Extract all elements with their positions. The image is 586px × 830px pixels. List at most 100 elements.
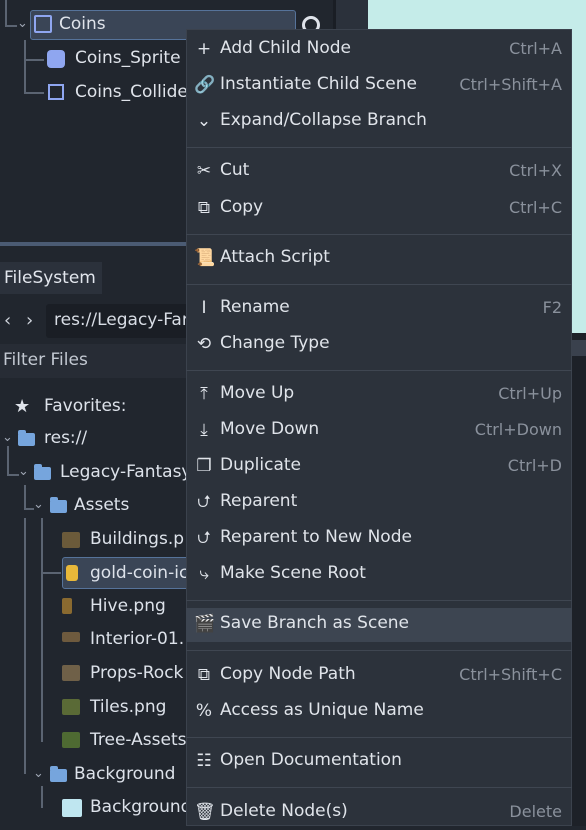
percent-icon: % [195,701,213,721]
menu-item-label: Save Branch as Scene [220,613,410,633]
menu-item-shortcut: Delete [509,802,562,821]
fs-item-res[interactable]: res:// [44,428,87,448]
plus-icon: + [196,39,212,59]
star-icon: ★ [14,396,31,417]
inspector-scrollbar[interactable] [572,340,586,356]
area2d-icon [34,15,52,33]
menu-item-label: Reparent to New Node [220,527,412,547]
reparent-new-icon: ⮍ [197,528,211,548]
menu-item-label: Expand/Collapse Branch [220,110,427,130]
menu-item-copy-node-path[interactable]: ⧉ Copy Node Path Ctrl+Shift+C [186,659,572,693]
menu-item-open-documentation[interactable]: ☷ Open Documentation [186,745,572,779]
menu-item-reparent-to-new-node[interactable]: ⮍ Reparent to New Node [186,522,572,556]
tree-line [5,0,7,26]
menu-separator [186,147,572,148]
image-file-icon [62,598,72,614]
fs-item-hive[interactable]: Hive.png [90,596,166,616]
menu-item-label: Reparent [220,491,298,511]
folder-icon [50,766,67,782]
tree-line [24,59,44,61]
menu-item-label: Change Type [220,333,330,353]
copy-icon: ⧉ [197,198,211,218]
node-path-icon: ⧉ [197,665,211,685]
fs-item-interior[interactable]: Interior-01. [90,629,184,649]
menu-separator [186,737,572,738]
chevron-down-icon[interactable]: ⌄ [33,766,44,781]
sprite-icon [47,50,65,68]
fs-item-buildings[interactable]: Buildings.p [90,529,184,549]
chevron-down-icon[interactable]: ⌄ [17,16,28,31]
menu-item-rename[interactable]: I Rename F2 [186,292,572,326]
chevron-down-icon: ⌄ [196,111,212,131]
favorites-label[interactable]: Favorites: [44,396,127,416]
menu-item-duplicate[interactable]: ❐ Duplicate Ctrl+D [186,450,572,484]
menu-item-cut[interactable]: ✂ Cut Ctrl+X [186,155,572,189]
gold-coin-icon [66,565,78,581]
menu-item-shortcut: Ctrl+Shift+A [459,75,562,94]
chevron-down-icon[interactable]: ⌄ [2,430,13,445]
menu-separator [186,600,572,601]
image-file-icon [62,665,80,681]
folder-icon [34,464,51,480]
menu-item-delete-nodes[interactable]: 🗑 Delete Node(s) Delete [186,796,572,830]
folder-icon [18,430,35,446]
forward-arrow-icon[interactable]: › [26,310,33,331]
menu-item-expand-collapse-branch[interactable]: ⌄ Expand/Collapse Branch [186,105,572,139]
menu-item-label: Open Documentation [220,750,402,770]
menu-item-label: Move Up [220,383,295,403]
menu-item-shortcut: Ctrl+C [508,198,562,217]
trash-icon: 🗑 [194,802,216,822]
menu-item-add-child-node[interactable]: + Add Child Node Ctrl+A [186,33,572,67]
scene-node-coins-collide[interactable]: Coins_Collide [75,82,188,102]
menu-item-label: Add Child Node [220,38,351,58]
menu-item-shortcut: Ctrl+Down [474,420,562,439]
image-file-icon [62,799,82,817]
fs-item-tiles[interactable]: Tiles.png [90,697,166,717]
fs-item-props-rock[interactable]: Props-Rock [90,663,183,683]
arrow-down-icon: ⤓ [200,420,208,440]
menu-item-label: Copy [220,197,264,217]
menu-item-change-type[interactable]: ⟲ Change Type [186,328,572,362]
tree-line [24,40,26,94]
fs-item-background-folder[interactable]: Background [74,764,175,784]
chevron-down-icon[interactable]: ⌄ [18,464,29,479]
tree-line [41,786,43,808]
menu-separator [186,370,572,371]
fs-item-gold-coin[interactable]: gold-coin-ic [90,563,188,583]
documentation-icon: ☷ [196,751,212,771]
menu-item-access-as-unique-name[interactable]: % Access as Unique Name [186,695,572,729]
menu-item-move-down[interactable]: ⤓ Move Down Ctrl+Down [186,414,572,448]
menu-item-label: Move Down [220,419,320,439]
chevron-down-icon[interactable]: ⌄ [33,497,44,512]
menu-separator [186,284,572,285]
menu-item-move-up[interactable]: ⤒ Move Up Ctrl+Up [186,378,572,412]
menu-item-shortcut: Ctrl+A [509,39,562,58]
tree-line [41,518,43,742]
link-icon: 🔗 [194,75,216,95]
menu-item-label: Access as Unique Name [220,700,424,720]
fs-item-legacy-fantasy[interactable]: Legacy-Fantasy [60,462,192,482]
image-file-icon [62,699,80,715]
menu-item-shortcut: F2 [542,298,562,317]
menu-item-label: Make Scene Root [220,563,366,583]
tree-line [24,518,26,774]
menu-item-save-branch-as-scene[interactable]: 🎬 Save Branch as Scene [186,608,572,642]
menu-item-label: Cut [220,160,250,180]
menu-separator [186,650,572,651]
fs-item-tree-assets[interactable]: Tree-Assets [90,730,187,750]
fs-item-assets[interactable]: Assets [74,495,129,515]
menu-item-attach-script[interactable]: 📜 Attach Script [186,242,572,276]
image-file-icon [62,632,80,642]
menu-item-label: Copy Node Path [220,664,356,684]
menu-item-reparent[interactable]: ⮍ Reparent [186,486,572,520]
path-text: res://Legacy-Far [54,310,189,330]
reparent-icon: ⮍ [197,492,211,512]
menu-item-label: Delete Node(s) [220,801,348,821]
back-arrow-icon[interactable]: ‹ [4,310,11,331]
scene-node-coins-sprite[interactable]: Coins_Sprite [75,48,181,68]
menu-item-make-scene-root[interactable]: ⤷ Make Scene Root [186,558,572,592]
menu-item-instantiate-child-scene[interactable]: 🔗 Instantiate Child Scene Ctrl+Shift+A [186,69,572,103]
scissors-icon: ✂ [196,161,212,181]
menu-item-copy[interactable]: ⧉ Copy Ctrl+C [186,192,572,226]
fs-item-background-image[interactable]: Background [90,797,191,817]
